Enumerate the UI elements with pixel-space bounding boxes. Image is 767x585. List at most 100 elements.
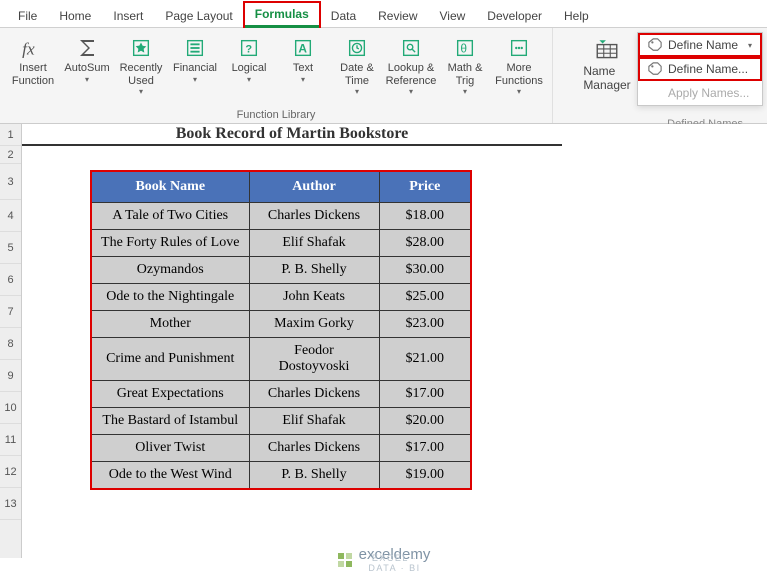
tab-view[interactable]: View — [430, 5, 476, 27]
lookup-icon — [397, 34, 425, 62]
watermark: exceldemy EXCEL · DATA · BI — [0, 546, 767, 573]
logical-icon: ? — [235, 34, 263, 62]
row-header[interactable]: 2 — [0, 146, 21, 164]
cell-book[interactable]: The Bastard of Istambul — [91, 408, 249, 435]
cell-price[interactable]: $18.00 — [379, 203, 471, 230]
tab-home[interactable]: Home — [49, 5, 101, 27]
row-header[interactable]: 1 — [0, 124, 21, 146]
more-functions-button[interactable]: MoreFunctions ▾ — [492, 32, 546, 98]
svg-text:fx: fx — [22, 40, 35, 59]
name-manager-icon — [593, 36, 621, 64]
table-row: MotherMaxim Gorky$23.00 — [91, 311, 471, 338]
cell-author[interactable]: Charles Dickens — [249, 381, 379, 408]
cell-price[interactable]: $23.00 — [379, 311, 471, 338]
row-header[interactable]: 12 — [0, 456, 21, 488]
row-header[interactable]: 7 — [0, 296, 21, 328]
cell-book[interactable]: Oliver Twist — [91, 435, 249, 462]
tab-help[interactable]: Help — [554, 5, 599, 27]
table-row: The Bastard of IstambulElif Shafak$20.00 — [91, 408, 471, 435]
recently-label: RecentlyUsed — [120, 62, 163, 87]
tab-review[interactable]: Review — [368, 5, 427, 27]
chevron-down-icon: ▾ — [247, 75, 251, 84]
cell-book[interactable]: The Forty Rules of Love — [91, 230, 249, 257]
table-row: A Tale of Two CitiesCharles Dickens$18.0… — [91, 203, 471, 230]
chevron-down-icon: ▾ — [139, 87, 143, 96]
tab-formulas[interactable]: Formulas — [245, 3, 319, 28]
clock-icon — [343, 34, 371, 62]
group-function-library: fx InsertFunction AutoSum ▾ RecentlyUsed… — [0, 28, 553, 123]
cell-price[interactable]: $17.00 — [379, 381, 471, 408]
cell-book[interactable]: Ozymandos — [91, 257, 249, 284]
cell-author[interactable]: P. B. Shelly — [249, 257, 379, 284]
cell-price[interactable]: $19.00 — [379, 462, 471, 490]
cell-price[interactable]: $20.00 — [379, 408, 471, 435]
watermark-icon — [337, 552, 353, 568]
table-row: Ode to the NightingaleJohn Keats$25.00 — [91, 284, 471, 311]
cell-price[interactable]: $17.00 — [379, 435, 471, 462]
tab-insert[interactable]: Insert — [103, 5, 153, 27]
grid-cells[interactable]: Book Record of Martin Bookstore Book Nam… — [22, 124, 767, 558]
cell-book[interactable]: Ode to the Nightingale — [91, 284, 249, 311]
sigma-icon — [73, 34, 101, 62]
row-header[interactable]: 6 — [0, 264, 21, 296]
row-header[interactable]: 11 — [0, 424, 21, 456]
table-row: The Forty Rules of LoveElif Shafak$28.00 — [91, 230, 471, 257]
autosum-button[interactable]: AutoSum ▾ — [60, 32, 114, 98]
watermark-sub: EXCEL · DATA · BI — [359, 553, 431, 573]
define-name-dropdown: Define Name ▾ Define Name... Apply Names… — [637, 32, 763, 106]
tag-icon — [648, 38, 662, 52]
chevron-down-icon: ▾ — [517, 87, 521, 96]
chevron-down-icon: ▾ — [748, 41, 752, 50]
cell-price[interactable]: $25.00 — [379, 284, 471, 311]
tab-file[interactable]: File — [8, 5, 47, 27]
cell-book[interactable]: Great Expectations — [91, 381, 249, 408]
chevron-down-icon: ▾ — [193, 75, 197, 84]
cell-book[interactable]: Mother — [91, 311, 249, 338]
row-header[interactable]: 13 — [0, 488, 21, 520]
recently-used-button[interactable]: RecentlyUsed ▾ — [114, 32, 168, 98]
cell-price[interactable]: $30.00 — [379, 257, 471, 284]
ribbon: fx InsertFunction AutoSum ▾ RecentlyUsed… — [0, 28, 767, 124]
text-button[interactable]: A Text ▾ — [276, 32, 330, 98]
header-price[interactable]: Price — [379, 171, 471, 203]
row-headers: 12345678910111213 — [0, 124, 22, 558]
row-header[interactable]: 4 — [0, 200, 21, 232]
logical-button[interactable]: ? Logical ▾ — [222, 32, 276, 98]
math-trig-button[interactable]: θ Math &Trig ▾ — [438, 32, 492, 98]
define-name-menu-item[interactable]: Define Name... — [638, 57, 762, 81]
tab-page-layout[interactable]: Page Layout — [155, 5, 242, 27]
table-row: Oliver TwistCharles Dickens$17.00 — [91, 435, 471, 462]
cell-book[interactable]: A Tale of Two Cities — [91, 203, 249, 230]
tab-developer[interactable]: Developer — [477, 5, 552, 27]
financial-button[interactable]: Financial ▾ — [168, 32, 222, 98]
name-manager-label: NameManager — [583, 64, 630, 92]
header-book-name[interactable]: Book Name — [91, 171, 249, 203]
cell-author[interactable]: Charles Dickens — [249, 203, 379, 230]
row-header[interactable]: 9 — [0, 360, 21, 392]
cell-author[interactable]: Charles Dickens — [249, 435, 379, 462]
cell-author[interactable]: P. B. Shelly — [249, 462, 379, 490]
name-manager-button[interactable]: NameManager — [579, 32, 635, 92]
tab-data[interactable]: Data — [321, 5, 366, 27]
row-header[interactable]: 10 — [0, 392, 21, 424]
lookup-button[interactable]: Lookup &Reference ▾ — [384, 32, 438, 98]
cell-author[interactable]: Elif Shafak — [249, 408, 379, 435]
cell-author[interactable]: Maxim Gorky — [249, 311, 379, 338]
row-header[interactable]: 3 — [0, 164, 21, 200]
datetime-label: Date &Time — [340, 62, 374, 87]
date-time-button[interactable]: Date &Time ▾ — [330, 32, 384, 98]
cell-author[interactable]: Feodor Dostoyvoski — [249, 338, 379, 381]
sheet-title: Book Record of Martin Bookstore — [22, 124, 562, 146]
insert-function-button[interactable]: fx InsertFunction — [6, 32, 60, 98]
cell-price[interactable]: $21.00 — [379, 338, 471, 381]
table-row: Great ExpectationsCharles Dickens$17.00 — [91, 381, 471, 408]
row-header[interactable]: 5 — [0, 232, 21, 264]
cell-book[interactable]: Crime and Punishment — [91, 338, 249, 381]
cell-author[interactable]: Elif Shafak — [249, 230, 379, 257]
header-author[interactable]: Author — [249, 171, 379, 203]
cell-price[interactable]: $28.00 — [379, 230, 471, 257]
define-name-split-button[interactable]: Define Name ▾ — [638, 33, 762, 57]
cell-book[interactable]: Ode to the West Wind — [91, 462, 249, 490]
cell-author[interactable]: John Keats — [249, 284, 379, 311]
row-header[interactable]: 8 — [0, 328, 21, 360]
